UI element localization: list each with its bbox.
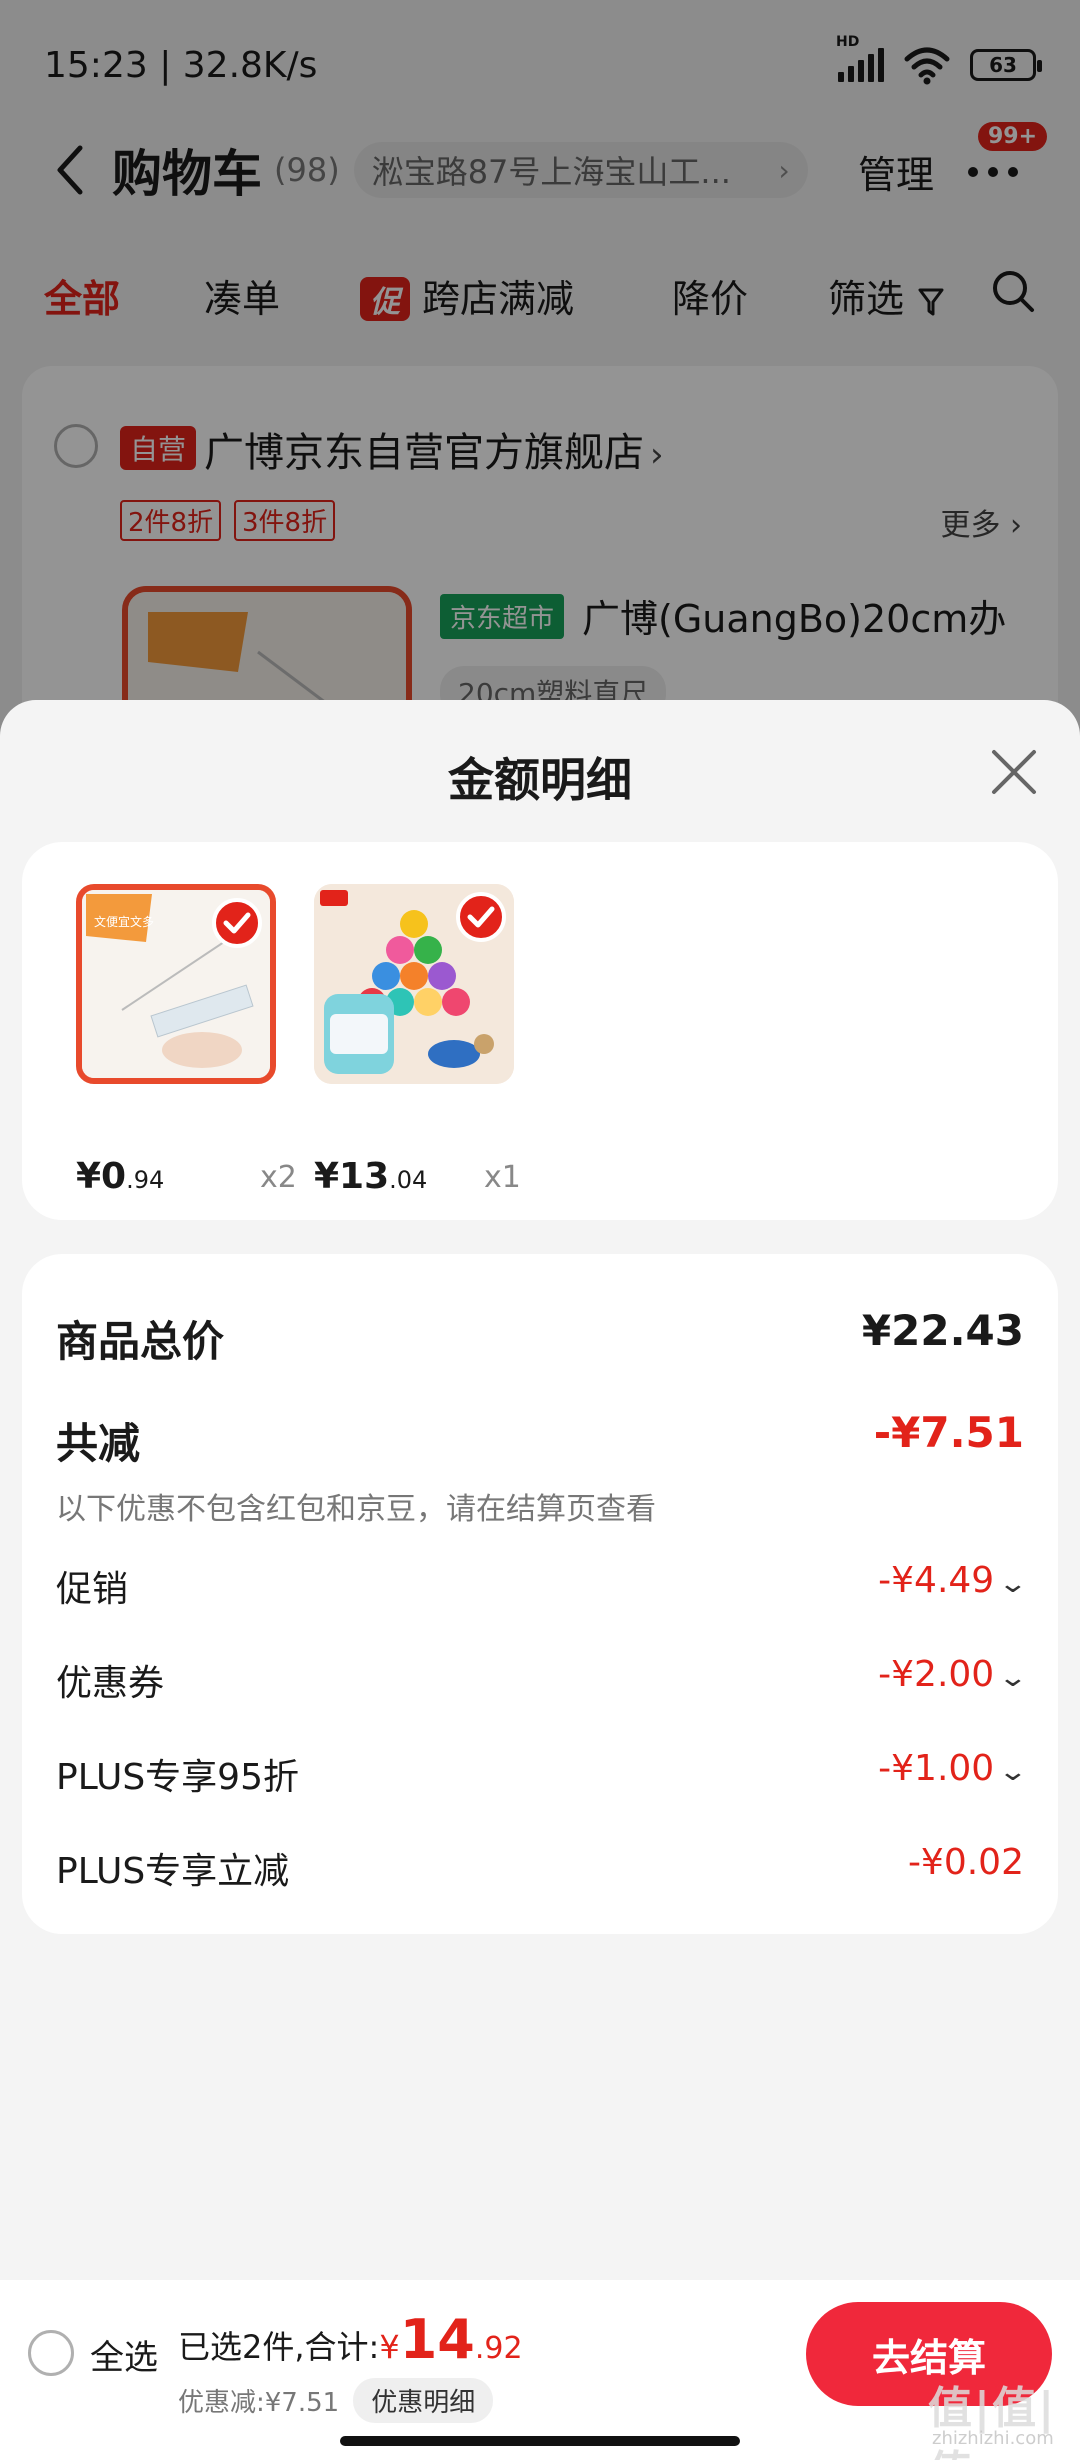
close-icon[interactable] [984, 742, 1044, 802]
plus-instant-label: PLUS专享立减 [56, 1851, 290, 1892]
select-all-label[interactable]: 全选 [90, 2330, 158, 2379]
total-price-value: ¥22.43 [861, 1306, 1024, 1355]
item-price: ¥0.94 [76, 1156, 164, 1197]
amount-detail-sheet: 金额明细 文便宜文多 ¥0.94 x2 ¥13.04 x1 商品总价 ¥22.4… [0, 700, 1080, 2300]
checked-icon[interactable] [456, 892, 506, 942]
item-price-int: ¥0 [76, 1156, 127, 1197]
total-amount-int: 14 [399, 2308, 475, 2371]
selection-summary: 已选2件,合计:¥14.92 [178, 2308, 523, 2371]
coupon-label: 优惠券 [56, 1663, 165, 1704]
chevron-down-icon: ⌄ [997, 1757, 1029, 1787]
price-breakdown-card: 商品总价 ¥22.43 共减 -¥7.51 以下优惠不包含红包和京豆，请在结算页… [22, 1254, 1058, 1934]
total-currency: ¥ [379, 2328, 400, 2366]
total-price-label: 商品总价 [56, 1317, 225, 1366]
plus-discount-label: PLUS专享95折 [56, 1757, 299, 1798]
home-indicator[interactable] [340, 2436, 740, 2446]
chevron-down-icon: ⌄ [997, 1663, 1029, 1693]
total-reduction-label: 共减 [56, 1419, 141, 1468]
promotion-row[interactable]: -¥4.49 ⌄ [878, 1560, 1028, 1601]
site-watermark-url: zhizhizhi.com [932, 2428, 1054, 2449]
discount-amount: 优惠减:¥7.51 [178, 2388, 340, 2418]
select-all-radio[interactable] [28, 2330, 74, 2376]
checkout-bar: 全选 已选2件,合计:¥14.92 优惠减:¥7.51 优惠明细 去结算 [0, 2280, 1080, 2460]
item-price-decimal: .04 [389, 1166, 428, 1194]
plus-discount-value: -¥1.00 [878, 1748, 995, 1789]
promotion-value: -¥4.49 [878, 1560, 995, 1601]
item-quantity: x1 [484, 1160, 521, 1195]
discount-detail-button[interactable]: 优惠明细 [353, 2378, 494, 2423]
selected-items-card: 文便宜文多 ¥0.94 x2 ¥13.04 x1 [22, 842, 1058, 1220]
total-amount-decimal: .92 [474, 2331, 523, 2366]
coupon-row[interactable]: -¥2.00 ⌄ [878, 1654, 1028, 1695]
total-reduction-value: -¥7.51 [873, 1408, 1024, 1457]
item-price: ¥13.04 [314, 1156, 427, 1197]
chevron-down-icon: ⌄ [997, 1569, 1029, 1599]
item-quantity: x2 [260, 1160, 297, 1195]
discount-summary: 优惠减:¥7.51 优惠明细 [178, 2378, 494, 2423]
plus-discount-row[interactable]: -¥1.00 ⌄ [878, 1748, 1028, 1789]
item-price-int: ¥13 [314, 1156, 390, 1197]
item-thumbnail: 文便宜文多 [76, 884, 276, 1084]
item-thumbnail [314, 884, 514, 1084]
selected-item[interactable]: 文便宜文多 ¥0.94 x2 [76, 884, 297, 1197]
item-price-decimal: .94 [126, 1166, 165, 1194]
plus-instant-value: -¥0.02 [907, 1842, 1024, 1883]
promotion-label: 促销 [56, 1569, 129, 1610]
reduction-note: 以下优惠不包含红包和京豆，请在结算页查看 [56, 1492, 656, 1527]
selected-item[interactable]: ¥13.04 x1 [314, 884, 521, 1197]
sheet-title: 金额明细 [448, 753, 632, 807]
checked-icon[interactable] [212, 898, 262, 948]
svg-text:文便宜文多: 文便宜文多 [94, 914, 154, 929]
coupon-value: -¥2.00 [878, 1654, 995, 1695]
summary-prefix: 已选2件,合计: [178, 2328, 380, 2366]
